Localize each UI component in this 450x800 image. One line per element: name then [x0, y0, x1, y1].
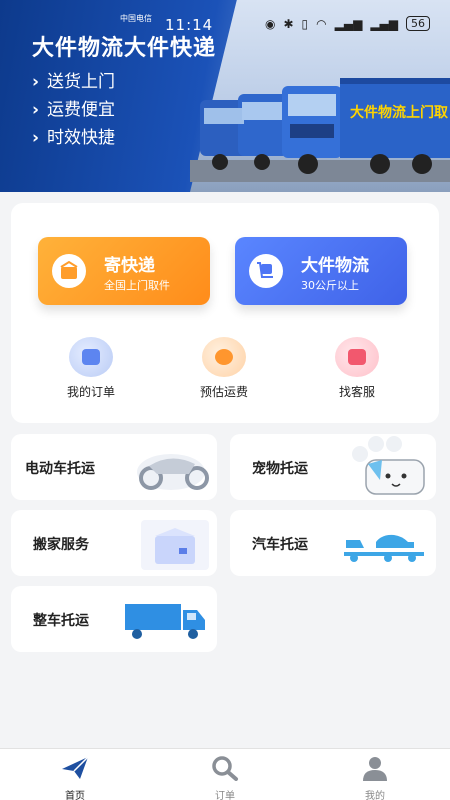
- motorcycle-icon: [137, 454, 209, 490]
- car-shipping-label: 汽车托运: [252, 537, 308, 553]
- banner-bullets: 送货上门 运费便宜 时效快捷: [32, 68, 115, 152]
- chat-icon: [335, 337, 379, 377]
- hero-banner[interactable]: 大件物流上门取件 中国电信 11:14 ◉ ✱ ▯ ◠ ▂▄▆ ▂▄▆ 56 大…: [0, 0, 450, 192]
- moving-service-label: 搬家服务: [33, 537, 89, 553]
- battery-icon: 56: [406, 16, 430, 31]
- moving-box-icon: [141, 520, 209, 570]
- full-truck-shipping-card[interactable]: 整车托运: [11, 586, 217, 652]
- pet-icon: [352, 436, 425, 495]
- moving-service-card[interactable]: 搬家服务: [11, 510, 217, 576]
- banner-bullet: 时效快捷: [32, 124, 115, 152]
- search-icon: [212, 756, 238, 781]
- car-carrier-icon: [344, 534, 424, 562]
- nav-mine[interactable]: 我的: [300, 749, 450, 800]
- nav-orders[interactable]: 订单: [150, 749, 300, 800]
- bottom-nav: 首页 订单 我的: [0, 748, 450, 800]
- signal-4g-icon: ▂▄▆: [370, 16, 398, 31]
- banner-bullet: 运费便宜: [32, 96, 115, 124]
- bulky-freight-subtitle: 30公斤以上: [301, 279, 359, 292]
- estimate-icon: [202, 337, 246, 377]
- vibrate-icon: ▯: [301, 16, 309, 31]
- carrier-name: 中国电信: [120, 14, 152, 23]
- cart-icon: [249, 254, 283, 288]
- nav-orders-label: 订单: [215, 791, 235, 800]
- send-express-button[interactable]: 寄快递 全国上门取件: [38, 237, 210, 305]
- banner-title: 大件物流大件快递: [32, 36, 217, 61]
- full-truck-shipping-label: 整车托运: [33, 613, 89, 629]
- order-icon: [69, 337, 113, 377]
- truck-side-text: 大件物流上门取件: [350, 105, 448, 121]
- my-orders-label: 我的订单: [66, 385, 115, 399]
- bulky-freight-title: 大件物流: [301, 256, 369, 276]
- nav-home[interactable]: 首页: [0, 749, 150, 800]
- signal-icon: ▂▄▆: [334, 16, 363, 31]
- pet-shipping-card[interactable]: 宠物托运: [230, 434, 436, 500]
- banner-bullet: 送货上门: [32, 68, 115, 96]
- ebike-shipping-card[interactable]: 电动车托运: [11, 434, 217, 500]
- status-icons: ◉ ✱ ▯ ◠ ▂▄▆ ▂▄▆ 56: [265, 16, 430, 31]
- truck-icon: [125, 604, 205, 639]
- eye-icon: ◉: [264, 16, 276, 31]
- estimate-fee-label: 预估运费: [199, 385, 248, 399]
- nav-home-label: 首页: [65, 791, 85, 800]
- ebike-shipping-label: 电动车托运: [25, 461, 95, 477]
- my-orders-link[interactable]: 我的订单: [41, 337, 141, 400]
- send-express-subtitle: 全国上门取件: [104, 279, 170, 292]
- bluetooth-icon: ✱: [283, 16, 294, 31]
- send-express-title: 寄快递: [104, 256, 155, 276]
- car-shipping-card[interactable]: 汽车托运: [230, 510, 436, 576]
- person-icon: [363, 757, 387, 781]
- customer-service-link[interactable]: 找客服: [307, 337, 407, 400]
- wifi-icon: ◠: [316, 16, 327, 31]
- truck-fleet-image: [190, 78, 450, 182]
- package-icon: [52, 254, 86, 288]
- main-action-card: 寄快递 全国上门取件 大件物流 30公斤以上 我的订单 预估运费 找客服: [11, 203, 439, 423]
- estimate-fee-link[interactable]: 预估运费: [174, 337, 274, 400]
- nav-mine-label: 我的: [365, 791, 385, 800]
- customer-service-label: 找客服: [338, 385, 375, 399]
- pet-shipping-label: 宠物托运: [252, 461, 308, 477]
- bulky-freight-button[interactable]: 大件物流 30公斤以上: [235, 237, 407, 305]
- paper-plane-icon: [62, 756, 89, 779]
